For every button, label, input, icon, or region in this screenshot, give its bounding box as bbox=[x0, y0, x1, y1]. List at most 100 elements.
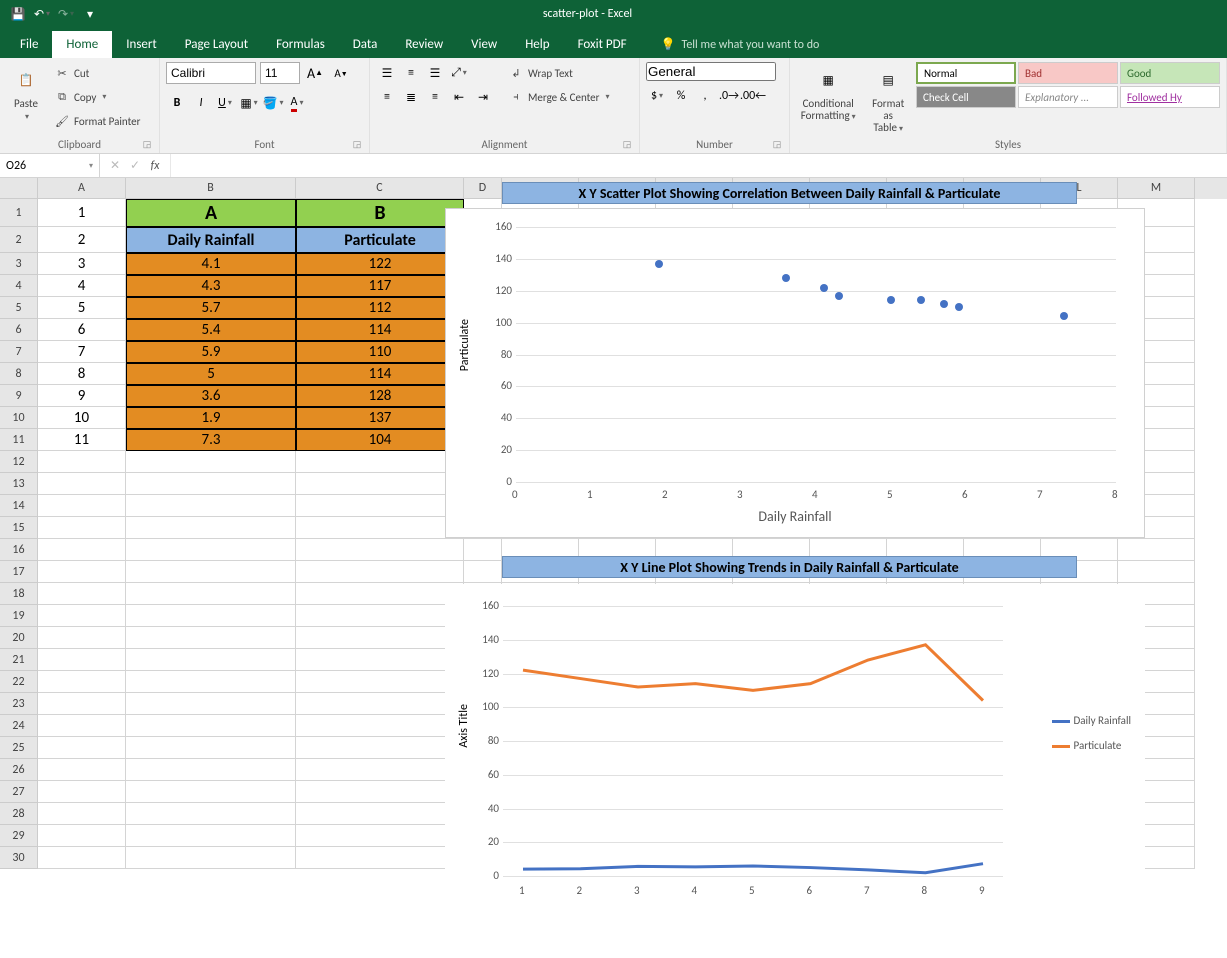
cell-C15[interactable] bbox=[296, 517, 464, 539]
save-icon[interactable]: 💾 bbox=[8, 4, 28, 24]
number-launcher-icon[interactable]: ◲ bbox=[771, 139, 783, 151]
conditional-formatting-button[interactable]: ▦ Conditional Formatting▾ bbox=[796, 62, 860, 124]
col-header-C[interactable]: C bbox=[296, 178, 464, 199]
cell-B16[interactable] bbox=[126, 539, 296, 561]
merge-center-button[interactable]: ⫞Merge & Center▾ bbox=[504, 86, 614, 108]
row-header-1[interactable]: 1 bbox=[0, 199, 38, 227]
align-right-icon[interactable]: ≡ bbox=[424, 86, 446, 108]
tab-help[interactable]: Help bbox=[511, 31, 563, 58]
row-header-18[interactable]: 18 bbox=[0, 583, 38, 605]
cell-A22[interactable] bbox=[38, 671, 126, 693]
cell-B25[interactable] bbox=[126, 737, 296, 759]
cell-A13[interactable] bbox=[38, 473, 126, 495]
cell-C8[interactable]: 114 bbox=[296, 363, 464, 385]
cell-C21[interactable] bbox=[296, 649, 464, 671]
cell-B6[interactable]: 5.4 bbox=[126, 319, 296, 341]
cell-B24[interactable] bbox=[126, 715, 296, 737]
col-header-A[interactable]: A bbox=[38, 178, 126, 199]
style-good[interactable]: Good bbox=[1120, 62, 1220, 84]
tab-review[interactable]: Review bbox=[391, 31, 457, 58]
row-header-7[interactable]: 7 bbox=[0, 341, 38, 363]
row-header-3[interactable]: 3 bbox=[0, 253, 38, 275]
cell-M17[interactable] bbox=[1118, 561, 1195, 583]
alignment-launcher-icon[interactable]: ◲ bbox=[621, 139, 633, 151]
cell-A8[interactable]: 8 bbox=[38, 363, 126, 385]
cell-B10[interactable]: 1.9 bbox=[126, 407, 296, 429]
cell-C12[interactable] bbox=[296, 451, 464, 473]
cell-C9[interactable]: 128 bbox=[296, 385, 464, 407]
cell-B1[interactable]: A bbox=[126, 199, 296, 227]
decrease-decimal-icon[interactable]: .00← bbox=[742, 85, 764, 107]
cell-C30[interactable] bbox=[296, 847, 464, 869]
cell-B17[interactable] bbox=[126, 561, 296, 583]
cell-B26[interactable] bbox=[126, 759, 296, 781]
row-header-4[interactable]: 4 bbox=[0, 275, 38, 297]
cell-A9[interactable]: 9 bbox=[38, 385, 126, 407]
cell-B18[interactable] bbox=[126, 583, 296, 605]
bold-button[interactable]: B bbox=[166, 92, 188, 114]
cell-A2[interactable]: 2 bbox=[38, 227, 126, 253]
cell-A3[interactable]: 3 bbox=[38, 253, 126, 275]
cell-A11[interactable]: 11 bbox=[38, 429, 126, 451]
tab-formulas[interactable]: Formulas bbox=[262, 31, 339, 58]
cell-A19[interactable] bbox=[38, 605, 126, 627]
comma-format-icon[interactable]: , bbox=[694, 85, 716, 107]
cell-B23[interactable] bbox=[126, 693, 296, 715]
row-header-21[interactable]: 21 bbox=[0, 649, 38, 671]
cell-A20[interactable] bbox=[38, 627, 126, 649]
grid-area[interactable]: ABCDEFGHIJKLM11AB22Daily RainfallParticu… bbox=[0, 178, 1227, 958]
increase-decimal-icon[interactable]: .0→ bbox=[718, 85, 740, 107]
cell-M16[interactable] bbox=[1118, 539, 1195, 561]
cell-A6[interactable]: 6 bbox=[38, 319, 126, 341]
row-header-5[interactable]: 5 bbox=[0, 297, 38, 319]
cell-B29[interactable] bbox=[126, 825, 296, 847]
tell-me[interactable]: 💡 Tell me what you want to do bbox=[661, 31, 820, 58]
increase-indent-icon[interactable]: ⇥ bbox=[472, 86, 494, 108]
cell-B20[interactable] bbox=[126, 627, 296, 649]
row-header-2[interactable]: 2 bbox=[0, 227, 38, 253]
cell-A24[interactable] bbox=[38, 715, 126, 737]
row-header-28[interactable]: 28 bbox=[0, 803, 38, 825]
cell-A4[interactable]: 4 bbox=[38, 275, 126, 297]
cell-B5[interactable]: 5.7 bbox=[126, 297, 296, 319]
row-header-30[interactable]: 30 bbox=[0, 847, 38, 869]
cell-C23[interactable] bbox=[296, 693, 464, 715]
qat-customize-icon[interactable]: ▾ bbox=[80, 4, 100, 24]
cell-C20[interactable] bbox=[296, 627, 464, 649]
cell-B13[interactable] bbox=[126, 473, 296, 495]
clipboard-launcher-icon[interactable]: ◲ bbox=[141, 139, 153, 151]
font-launcher-icon[interactable]: ◲ bbox=[351, 139, 363, 151]
fx-icon[interactable]: fx bbox=[146, 157, 164, 175]
tab-home[interactable]: Home bbox=[52, 31, 112, 58]
cell-C5[interactable]: 112 bbox=[296, 297, 464, 319]
cancel-icon[interactable]: ✕ bbox=[106, 157, 124, 175]
cell-B11[interactable]: 7.3 bbox=[126, 429, 296, 451]
row-header-15[interactable]: 15 bbox=[0, 517, 38, 539]
font-name-combo[interactable] bbox=[166, 62, 256, 84]
increase-font-icon[interactable]: A▲ bbox=[304, 62, 326, 84]
align-center-icon[interactable]: ≣ bbox=[400, 86, 422, 108]
cell-B12[interactable] bbox=[126, 451, 296, 473]
cell-A23[interactable] bbox=[38, 693, 126, 715]
row-header-8[interactable]: 8 bbox=[0, 363, 38, 385]
cell-B9[interactable]: 3.6 bbox=[126, 385, 296, 407]
col-header-M[interactable]: M bbox=[1118, 178, 1195, 199]
cell-C27[interactable] bbox=[296, 781, 464, 803]
cell-B27[interactable] bbox=[126, 781, 296, 803]
cell-B4[interactable]: 4.3 bbox=[126, 275, 296, 297]
cell-A30[interactable] bbox=[38, 847, 126, 869]
format-painter-button[interactable]: 🖌Format Painter bbox=[50, 110, 144, 132]
cell-C28[interactable] bbox=[296, 803, 464, 825]
cell-C26[interactable] bbox=[296, 759, 464, 781]
cell-B2[interactable]: Daily Rainfall bbox=[126, 227, 296, 253]
cell-A7[interactable]: 7 bbox=[38, 341, 126, 363]
cell-A16[interactable] bbox=[38, 539, 126, 561]
row-header-14[interactable]: 14 bbox=[0, 495, 38, 517]
style-normal[interactable]: Normal bbox=[916, 62, 1016, 84]
tab-foxit[interactable]: Foxit PDF bbox=[564, 31, 641, 58]
paste-button[interactable]: 📋 Paste▾ bbox=[6, 62, 46, 124]
decrease-indent-icon[interactable]: ⇤ bbox=[448, 86, 470, 108]
borders-button[interactable]: ▦▾ bbox=[238, 92, 260, 114]
italic-button[interactable]: I bbox=[190, 92, 212, 114]
style-bad[interactable]: Bad bbox=[1018, 62, 1118, 84]
